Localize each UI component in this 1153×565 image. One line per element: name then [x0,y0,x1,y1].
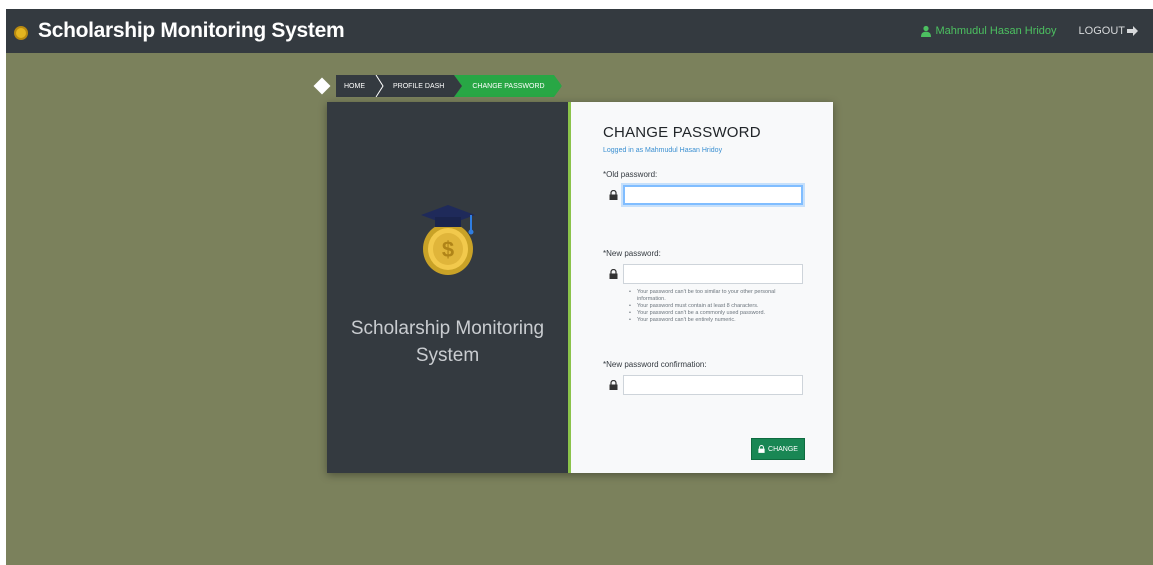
password-rule: Your password can't be entirely numeric. [629,317,803,324]
user-icon [921,25,932,37]
new-password-input[interactable] [623,264,803,284]
password-rule: Your password can't be too similar to yo… [629,289,803,303]
form-title: CHANGE PASSWORD [603,124,761,141]
lock-icon-box [603,375,623,395]
brand-panel: $ Scholarship Monitoring System [327,102,571,473]
confirm-password-label: *New password confirmation: [603,360,707,369]
new-password-row [603,264,803,284]
logout-label: LOGOUT [1078,25,1125,37]
brand[interactable]: Scholarship Monitoring System [14,19,345,43]
password-rules-list: Your password can't be too similar to yo… [629,289,803,324]
scholarship-coin-logo-icon: $ [420,204,475,275]
breadcrumb-profile-dash-label: PROFILE DASH [393,82,445,90]
password-rule: Your password must contain at least 8 ch… [629,303,803,310]
svg-text:$: $ [441,237,453,262]
lock-icon-box [603,185,623,205]
logout-link[interactable]: LOGOUT [1079,25,1139,37]
lock-icon [758,445,765,453]
breadcrumb-home-label: HOME [344,82,365,90]
home-diamond-icon [313,77,331,95]
password-rule: Your password can't be a commonly used p… [629,310,803,317]
breadcrumb-change-password-label: CHANGE PASSWORD [472,82,545,90]
brand-title: Scholarship Monitoring System [38,19,345,42]
breadcrumb-home[interactable]: HOME [336,75,375,97]
navbar: Scholarship Monitoring System Mahmudul H… [6,9,1153,53]
breadcrumb-end-chevron-icon [551,75,562,97]
old-password-label: *Old password: [603,170,658,179]
coin-icon [14,26,28,40]
user-name: Mahmudul Hasan Hridoy [935,25,1057,37]
change-password-button[interactable]: CHANGE [751,438,805,460]
nav-right: Mahmudul Hasan Hridoy LOGOUT [920,25,1139,37]
lock-icon-box [603,264,623,284]
lock-icon [609,190,617,200]
old-password-input[interactable] [623,185,803,205]
confirm-password-row [603,375,803,395]
change-password-card: $ Scholarship Monitoring System CHANGE P… [327,102,833,473]
logout-icon [1127,26,1138,36]
confirm-password-input[interactable] [623,375,803,395]
logged-in-as-text: Logged in as Mahmudul Hasan Hridoy [603,147,723,154]
breadcrumb-change-password: CHANGE PASSWORD [464,75,562,97]
brand-panel-title: Scholarship Monitoring System [350,317,545,366]
lock-icon [609,269,617,279]
form-panel: CHANGE PASSWORD Logged in as Mahmudul Ha… [571,102,833,473]
breadcrumb: HOME PROFILE DASH CHANGE PASSWORD [312,75,562,97]
breadcrumb-separator-icon [454,75,465,97]
new-password-label: *New password: [603,249,661,258]
page-frame: Scholarship Monitoring System Mahmudul H… [6,9,1153,565]
lock-icon [609,380,617,390]
change-button-label: CHANGE [768,445,798,453]
user-link[interactable]: Mahmudul Hasan Hridoy [920,25,1057,37]
breadcrumb-separator-icon [375,75,385,97]
old-password-row [603,185,803,205]
breadcrumb-profile-dash[interactable]: PROFILE DASH [385,75,455,97]
